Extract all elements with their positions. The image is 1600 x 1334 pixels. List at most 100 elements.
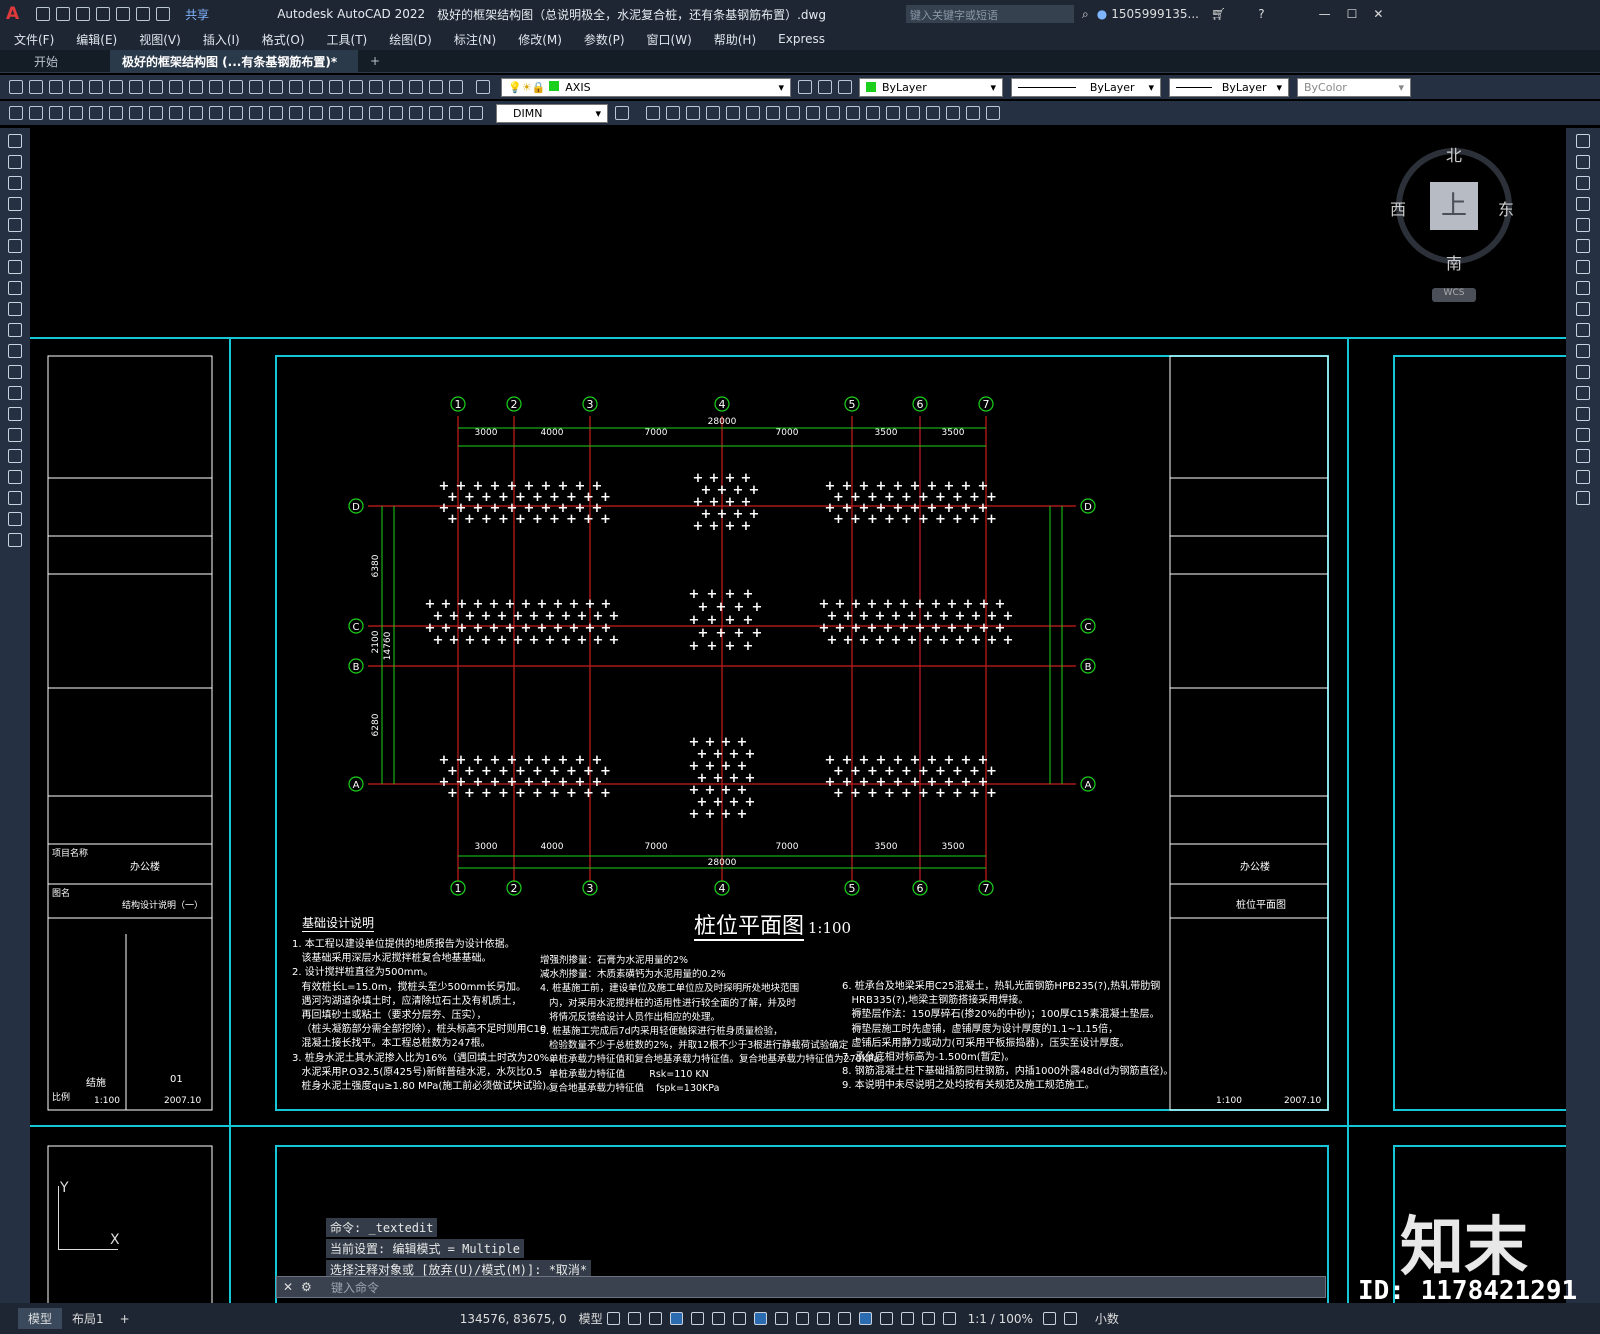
dimension-update-icon[interactable] (469, 106, 483, 120)
copy-icon[interactable] (149, 80, 163, 94)
snap-icon[interactable] (627, 1312, 641, 1325)
grid-icon[interactable] (606, 1312, 620, 1325)
redo-icon[interactable] (156, 7, 171, 21)
jogged-linear-icon[interactable] (409, 106, 423, 120)
inspection-icon[interactable] (389, 106, 403, 120)
add-selected-icon[interactable] (8, 533, 22, 547)
aligned-dimension-icon[interactable] (109, 106, 123, 120)
hatch-icon[interactable] (8, 428, 22, 442)
paste-icon[interactable] (169, 80, 183, 94)
cart-icon[interactable]: 🛒︎ (1211, 7, 1226, 21)
user-name[interactable]: 1505999135... (1111, 7, 1199, 21)
share-button[interactable]: 共享 (185, 6, 209, 23)
sweep-icon[interactable] (866, 106, 880, 120)
tool-palettes-icon[interactable] (369, 80, 383, 94)
quick-dimension-icon[interactable] (249, 106, 263, 120)
ellipse-icon[interactable] (8, 323, 22, 337)
lineweight-icon[interactable] (774, 1312, 788, 1325)
modeling-cone-icon[interactable] (686, 106, 700, 120)
radius-icon[interactable] (169, 106, 183, 120)
menu-modify[interactable]: 修改(M) (518, 31, 562, 48)
menu-parametric[interactable]: 参数(P) (584, 31, 625, 48)
save-icon[interactable] (76, 7, 91, 21)
linear-dimension-icon[interactable] (89, 106, 103, 120)
ucs-icon[interactable] (986, 106, 1000, 120)
viewcube-east[interactable]: 东 (1498, 196, 1514, 220)
open-file-icon[interactable] (56, 7, 71, 21)
join-icon[interactable] (1576, 407, 1590, 421)
sheet-set-icon[interactable] (389, 80, 403, 94)
ordinate-icon[interactable] (149, 106, 163, 120)
save-as-icon[interactable] (96, 7, 111, 21)
add-layout-button[interactable]: + (114, 1310, 136, 1328)
copy-object-icon[interactable] (1576, 155, 1590, 169)
circle-icon[interactable] (8, 260, 22, 274)
publish-icon[interactable] (109, 80, 123, 94)
stretch-icon[interactable] (1576, 302, 1590, 316)
menu-help[interactable]: 帮助(H) (714, 31, 756, 48)
rectangle-icon[interactable] (8, 218, 22, 232)
modeling-cylinder-icon[interactable] (726, 106, 740, 120)
break-icon[interactable] (1576, 386, 1590, 400)
transparency-icon[interactable] (795, 1312, 809, 1325)
union-icon[interactable] (926, 106, 940, 120)
infer-constraints-icon[interactable] (648, 1312, 662, 1325)
gizmo-icon[interactable] (900, 1312, 914, 1325)
presspull-icon[interactable] (846, 106, 860, 120)
undo-icon[interactable] (136, 7, 151, 21)
wcs-button[interactable]: WCS (1432, 288, 1476, 302)
arc-length-icon[interactable] (129, 106, 143, 120)
3d-osnap-icon[interactable] (837, 1312, 851, 1325)
minimize-button[interactable]: — (1319, 7, 1331, 21)
diameter-icon[interactable] (209, 106, 223, 120)
close-command-icon[interactable]: ✕ (283, 1280, 293, 1294)
customize-command-icon[interactable]: ⚙ (301, 1280, 312, 1294)
zoom-window-icon[interactable] (289, 80, 303, 94)
new-icon[interactable] (9, 80, 23, 94)
polyline-icon[interactable] (8, 176, 22, 190)
draw-circle-icon[interactable] (49, 106, 63, 120)
layer-state-icon[interactable] (838, 80, 852, 94)
zoom-previous-icon[interactable] (309, 80, 323, 94)
viewcube-south[interactable]: 南 (1446, 250, 1462, 274)
pan-icon[interactable] (249, 80, 263, 94)
region-icon[interactable] (8, 470, 22, 484)
array-icon[interactable] (1576, 218, 1590, 232)
polar-icon[interactable] (690, 1312, 704, 1325)
selection-filter-icon[interactable] (879, 1312, 893, 1325)
layer-previous-icon[interactable] (818, 80, 832, 94)
preview-icon[interactable] (89, 80, 103, 94)
annotation-scale[interactable]: 1:1 / 100% (968, 1312, 1033, 1326)
modeling-sphere-icon[interactable] (706, 106, 720, 120)
save-icon[interactable] (49, 80, 63, 94)
tab-model[interactable]: 模型 (18, 1308, 63, 1329)
menu-draw[interactable]: 绘图(D) (389, 31, 432, 48)
loft-icon[interactable] (906, 106, 920, 120)
menu-edit[interactable]: 编辑(E) (76, 31, 117, 48)
subtract-icon[interactable] (946, 106, 960, 120)
drawing-canvas[interactable]: 1 1 2 2 3 3 4 4 5 5 6 6 7 7 D D C C B B A A 28000 28000 3000 3000… (30, 128, 1566, 1303)
move-icon[interactable] (1576, 239, 1590, 253)
search-input[interactable]: 键入关键字或短语 (905, 5, 1074, 23)
construction-line-icon[interactable] (8, 155, 22, 169)
make-current-icon[interactable] (798, 80, 812, 94)
center-mark-icon[interactable] (369, 106, 383, 120)
user-icon[interactable]: ● (1097, 7, 1107, 21)
rotate-icon[interactable] (1576, 260, 1590, 274)
undo-icon[interactable] (209, 80, 223, 94)
explode-icon[interactable] (1576, 491, 1590, 505)
menu-dimension[interactable]: 标注(N) (454, 31, 496, 48)
menu-tools[interactable]: 工具(T) (327, 31, 368, 48)
revcloud-icon[interactable] (8, 281, 22, 295)
open-icon[interactable] (29, 80, 43, 94)
cut-icon[interactable] (129, 80, 143, 94)
fillet-icon[interactable] (1576, 449, 1590, 463)
extend-icon[interactable] (1576, 344, 1590, 358)
dimension-break-icon[interactable] (329, 106, 343, 120)
print-icon[interactable] (69, 80, 83, 94)
menu-file[interactable]: 文件(F) (14, 31, 54, 48)
revolve-icon[interactable] (886, 106, 900, 120)
menu-window[interactable]: 窗口(W) (647, 31, 692, 48)
tab-layout1[interactable]: 布局1 (62, 1308, 114, 1329)
modeling-helix-icon[interactable] (786, 106, 800, 120)
